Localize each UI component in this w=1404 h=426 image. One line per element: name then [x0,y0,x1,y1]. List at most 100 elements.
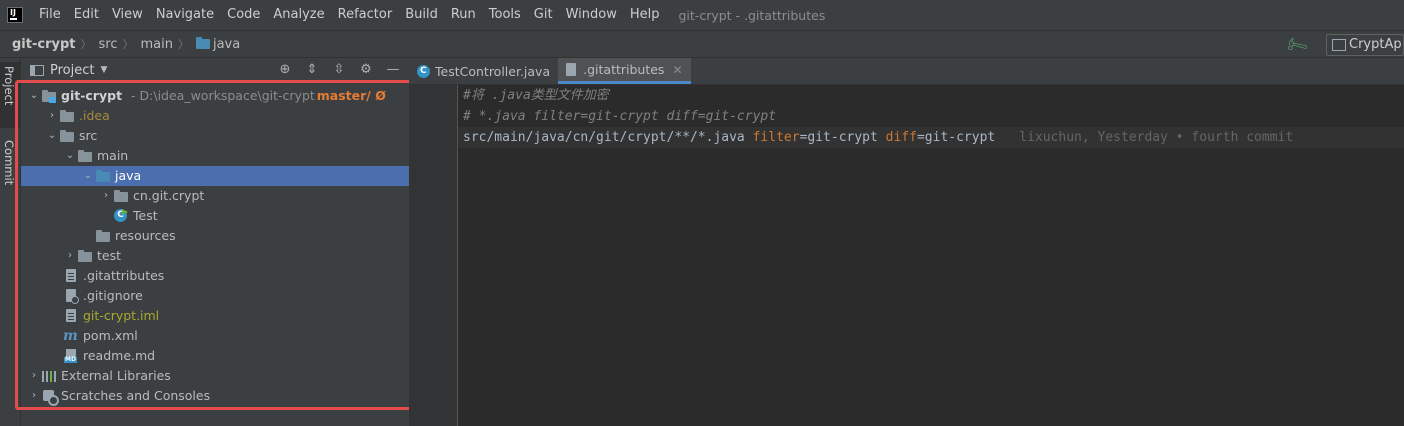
module-folder-icon [41,89,57,103]
menu-run[interactable]: Run [445,0,483,30]
run-configuration-selector[interactable]: CryptAp [1326,34,1404,56]
tree-row-scratches[interactable]: › Scratches and Consoles [21,386,409,406]
chevron-down-icon[interactable]: ⌄ [81,166,95,186]
tree-row-main[interactable]: ⌄ main [21,146,409,166]
menu-code[interactable]: Code [221,0,267,30]
tree-root-path: - D:\idea_workspace\git-crypt [131,88,315,103]
tree-label-resources: resources [115,228,176,243]
chevron-down-icon[interactable]: ▼ [100,65,107,75]
tree-row-test[interactable]: › test [21,246,409,266]
tree-label-src: src [79,128,98,143]
folder-icon [59,109,75,123]
menu-window[interactable]: Window [560,0,624,30]
close-icon[interactable]: ✕ [672,63,682,77]
gear-icon[interactable]: ⚙ [358,62,374,78]
editor-gutter [409,85,458,426]
menu-view[interactable]: View [106,0,150,30]
tree-row-test-class[interactable]: Test [21,206,409,226]
git-blame-annotation: lixuchun, Yesterday • fourth commit [1019,130,1294,145]
libraries-icon [41,369,57,383]
editor-tabs: TestController.java .gitattributes ✕ [409,58,1404,85]
tree-label-java: java [115,168,142,183]
tree-row-external-libraries[interactable]: › External Libraries [21,366,409,386]
tree-row-package[interactable]: › cn.git.crypt [21,186,409,206]
resources-folder-icon [95,229,111,243]
chevron-right-icon[interactable]: › [99,186,113,206]
tree-label-package: cn.git.crypt [133,188,205,203]
left-tool-strip: Project Commit [0,58,21,426]
code-attr-key: filter [752,130,800,145]
text-file-icon [566,63,577,76]
breadcrumb-src[interactable]: src [98,37,117,52]
chevron-down-icon[interactable]: ⌄ [63,146,77,166]
tree-row-java[interactable]: ⌄ java [21,166,409,186]
folder-icon [77,249,93,263]
tree-label-scratches: Scratches and Consoles [61,388,211,403]
menu-refactor[interactable]: Refactor [332,0,400,30]
chevron-right-icon[interactable]: › [45,106,59,126]
project-tree: ⌄ git-crypt - D:\idea_workspace\git-cryp… [21,83,409,406]
tab-label: TestController.java [435,63,551,79]
menu-build[interactable]: Build [399,0,445,30]
editor-area: TestController.java .gitattributes ✕ #将 … [409,58,1404,426]
tree-row-root[interactable]: ⌄ git-crypt - D:\idea_workspace\git-cryp… [21,86,409,106]
menu-git[interactable]: Git [528,0,560,30]
breadcrumb-java[interactable]: java [213,37,240,52]
toolbar-right: 🔨︎ CryptAp [1282,31,1404,59]
breadcrumb-project[interactable]: git-crypt [12,37,75,52]
tree-row-idea[interactable]: › .idea [21,106,409,126]
chevron-right-icon[interactable]: › [63,246,77,266]
folder-icon [59,129,75,143]
menu-navigate[interactable]: Navigate [150,0,221,30]
menu-help[interactable]: Help [624,0,667,30]
tree-label-external-libraries: External Libraries [61,368,171,383]
code-attr-key: diff [885,130,917,145]
project-tool-window: Project ▼ ⊕ ⇕ ⇳ ⚙ — ⌄ git-crypt - D:\ide… [21,58,409,426]
intellij-logo-icon [7,7,23,23]
tool-tab-commit[interactable]: Commit [2,140,16,185]
git-branch-label: master/ Ø [316,88,386,103]
breadcrumb-main[interactable]: main [140,37,172,52]
folder-icon [195,37,210,49]
hide-panel-icon[interactable]: — [385,62,401,78]
chevron-down-icon[interactable]: ⌄ [27,86,41,106]
locate-file-icon[interactable]: ⊕ [277,62,293,78]
chevron-down-icon[interactable]: ⌄ [45,126,59,146]
breadcrumb-separator-icon: 〉 [122,38,134,51]
tree-row-iml[interactable]: git-crypt.iml [21,306,409,326]
build-hammer-icon[interactable]: 🔨︎ [1282,31,1310,58]
tree-label-test: test [97,248,122,263]
collapse-all-icon[interactable]: ⇳ [331,62,347,78]
ignore-file-icon [63,289,79,304]
code-editor[interactable]: #将 .java类型文件加密 # *.java filter=git-crypt… [458,85,1404,426]
tree-row-resources[interactable]: resources [21,226,409,246]
tab-gitattributes[interactable]: .gitattributes ✕ [558,58,691,84]
chevron-right-icon[interactable]: › [27,386,41,406]
tree-label-idea: .idea [79,108,110,123]
tool-tab-project[interactable]: Project [2,66,16,105]
text-file-icon [63,269,79,283]
tree-label-test-class: Test [133,208,158,223]
tree-label-root: git-crypt [61,88,123,103]
menu-file[interactable]: File [33,0,68,30]
tree-row-pom[interactable]: m pom.xml [21,326,409,346]
tree-label-iml: git-crypt.iml [83,308,160,323]
project-view-title[interactable]: Project [50,63,94,78]
code-attr-value: =git-crypt [799,130,886,145]
menu-edit[interactable]: Edit [68,0,106,30]
expand-all-icon[interactable]: ⇕ [304,62,320,78]
source-folder-icon [95,169,111,183]
scratches-icon [41,389,59,406]
menu-analyze[interactable]: Analyze [267,0,331,30]
menu-tools[interactable]: Tools [483,0,528,30]
tab-testcontroller[interactable]: TestController.java [409,58,558,84]
chevron-right-icon[interactable]: › [27,366,41,386]
project-panel-header: Project ▼ ⊕ ⇕ ⇳ ⚙ — [21,58,409,83]
maven-icon: m [63,328,78,344]
tab-label: .gitattributes [583,62,665,77]
tree-row-src[interactable]: ⌄ src [21,126,409,146]
tree-row-gitignore[interactable]: .gitignore [21,286,409,306]
tree-row-readme[interactable]: readme.md [21,346,409,366]
code-line-1: #将 .java类型文件加密 [458,85,1404,106]
tree-row-gitattributes[interactable]: .gitattributes [21,266,409,286]
